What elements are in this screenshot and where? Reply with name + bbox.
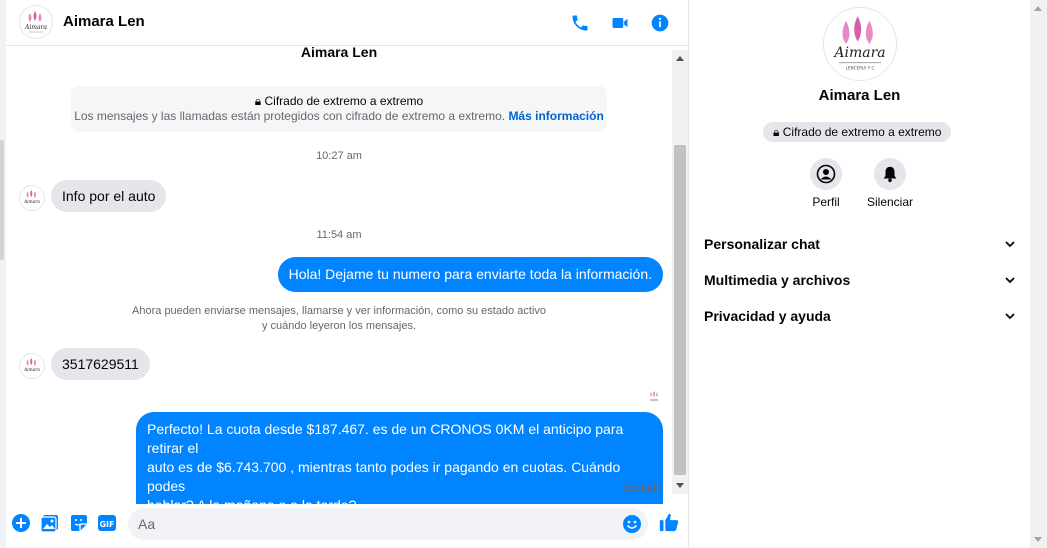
svg-text:GIF: GIF <box>99 520 114 529</box>
image-icon[interactable] <box>40 513 60 533</box>
section-label: Privacidad y ayuda <box>704 308 831 324</box>
sender-avatar[interactable]: Aimara <box>19 185 45 211</box>
chat-scrollbar[interactable] <box>672 50 688 494</box>
e2e-text: Los mensajes y las llamadas están proteg… <box>74 109 506 123</box>
more-info-link[interactable]: Más información <box>508 109 603 123</box>
bell-icon[interactable] <box>874 158 906 190</box>
delivery-status: Enviado <box>622 482 662 494</box>
emoji-icon[interactable] <box>622 514 642 534</box>
svg-text:Aimara: Aimara <box>23 200 40 205</box>
scroll-down-icon[interactable] <box>676 483 684 488</box>
sticker-icon[interactable] <box>69 513 89 533</box>
sender-avatar[interactable]: Aimara <box>19 353 45 379</box>
e2e-badge[interactable]: 🔒︎ Cifrado de extremo a extremo <box>763 122 952 142</box>
gif-icon[interactable]: GIF <box>97 513 117 533</box>
message-line: auto es de $6.743.700 , mientras tanto p… <box>147 459 621 494</box>
section-privacy-help[interactable]: Privacidad y ayuda <box>704 306 1016 326</box>
page-scrollbar[interactable] <box>1030 0 1047 548</box>
profile-avatar[interactable]: Aimara LENCERIA Y C <box>823 7 897 81</box>
seen-avatar-icon <box>648 389 660 401</box>
aimara-logo-icon: Aimara <box>24 11 47 33</box>
notice-line: y cuándo leyeron los mensajes. <box>261 320 417 332</box>
phone-icon[interactable] <box>568 11 592 35</box>
svg-text:Aimara: Aimara <box>24 24 47 31</box>
timestamp: 11:54 am <box>316 229 362 241</box>
incoming-message[interactable]: Info por el auto <box>51 180 167 212</box>
left-scroll-mark <box>0 140 4 260</box>
incoming-message[interactable]: 3517629511 <box>51 348 150 380</box>
mute-action[interactable]: Silenciar <box>860 158 920 209</box>
timestamp: 10:27 am <box>316 150 362 162</box>
plus-icon[interactable] <box>11 513 31 533</box>
message-line: hablar? A la mañana o a la tarde? <box>147 496 652 504</box>
contact-avatar[interactable]: Aimara <box>19 5 53 39</box>
chat-header: Aimara Aimara Len <box>6 0 688 46</box>
info-icon[interactable] <box>648 11 672 35</box>
profile-name: Aimara Len <box>818 87 901 104</box>
thread-contact-name: Aimara Len <box>300 46 378 60</box>
outgoing-message[interactable]: Hola! Dejame tu numero para enviarte tod… <box>277 257 663 292</box>
e2e-title-row: 🔒︎ Cifrado de extremo a extremo <box>71 94 607 109</box>
notice-line: Ahora pueden enviarse mensajes, llamarse… <box>132 305 546 317</box>
svg-text:LENCERIA Y C: LENCERIA Y C <box>846 66 875 71</box>
section-label: Multimedia y archivos <box>704 272 851 288</box>
message-list[interactable]: Aimara Len 🔒︎ Cifrado de extremo a extre… <box>6 46 672 504</box>
lock-icon: 🔒︎ <box>254 94 262 108</box>
e2e-title: Cifrado de extremo a extremo <box>264 94 424 108</box>
section-customize-chat[interactable]: Personalizar chat <box>704 234 1016 254</box>
chevron-down-icon <box>1005 241 1015 248</box>
profile-action[interactable]: Perfil <box>796 158 856 209</box>
message-line: Perfecto! La cuota desde $187.467. es de… <box>147 421 624 456</box>
scroll-up-icon[interactable] <box>676 56 684 61</box>
svg-text:Aimara: Aimara <box>832 45 885 61</box>
composer: GIF <box>6 504 688 548</box>
conversation-info-panel: Aimara LENCERIA Y C Aimara Len 🔒︎ Cifrad… <box>689 0 1030 548</box>
message-input[interactable] <box>138 508 608 540</box>
messenger-app: Aimara Aimara Len Aimara Len 🔒︎ Cifrado … <box>0 0 1047 548</box>
profile-action-label: Perfil <box>812 195 840 209</box>
aimara-logo-icon: Aimara LENCERIA Y C <box>832 16 886 71</box>
profile-icon[interactable] <box>810 158 842 190</box>
outgoing-message[interactable]: Perfecto! La cuota desde $187.467. es de… <box>136 412 663 504</box>
e2e-notice: 🔒︎ Cifrado de extremo a extremo Los mens… <box>71 86 607 132</box>
e2e-badge-label: Cifrado de extremo a extremo <box>782 125 942 139</box>
chat-panel: Aimara Aimara Len Aimara Len 🔒︎ Cifrado … <box>6 0 688 548</box>
aimara-logo-icon: Aimara <box>23 189 40 205</box>
like-icon[interactable] <box>658 511 680 533</box>
e2e-text-row: Los mensajes y las llamadas están proteg… <box>71 109 607 123</box>
scroll-up-icon[interactable] <box>1034 6 1042 11</box>
video-icon[interactable] <box>608 11 632 35</box>
aimara-logo-icon: Aimara <box>23 357 40 373</box>
section-label: Personalizar chat <box>704 236 820 252</box>
lock-icon: 🔒︎ <box>773 125 780 139</box>
chevron-down-icon <box>1005 313 1015 320</box>
message-input-wrapper[interactable] <box>128 508 648 540</box>
scroll-thumb[interactable] <box>674 145 686 475</box>
mute-action-label: Silenciar <box>866 195 914 209</box>
activity-notice: Ahora pueden enviarse mensajes, llamarse… <box>6 304 672 334</box>
section-media-files[interactable]: Multimedia y archivos <box>704 270 1016 290</box>
scroll-down-icon[interactable] <box>1034 537 1042 542</box>
chevron-down-icon <box>1005 277 1015 284</box>
contact-name[interactable]: Aimara Len <box>63 13 145 30</box>
svg-text:Aimara: Aimara <box>23 368 40 373</box>
